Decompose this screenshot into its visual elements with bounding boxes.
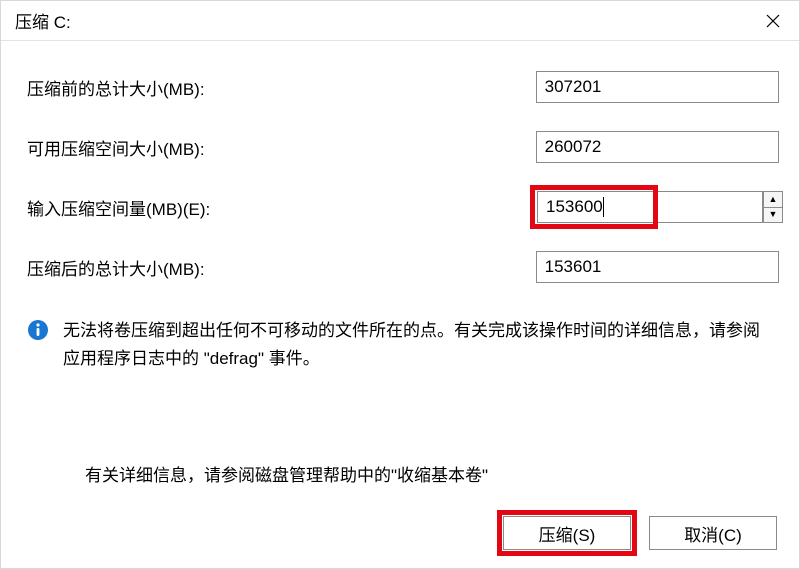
window-title: 压缩 C: bbox=[15, 8, 71, 33]
spinner-up-button[interactable]: ▲ bbox=[763, 191, 783, 208]
info-icon bbox=[27, 319, 49, 341]
row-total-after: 压缩后的总计大小(MB): 153601 bbox=[27, 249, 779, 285]
label-shrink-amount: 输入压缩空间量(MB)(E): bbox=[27, 195, 537, 220]
value-total-after: 153601 bbox=[536, 251, 779, 283]
row-available: 可用压缩空间大小(MB): 260072 bbox=[27, 129, 779, 165]
label-total-before: 压缩前的总计大小(MB): bbox=[27, 75, 536, 100]
shrink-volume-dialog: 压缩 C: 压缩前的总计大小(MB): 307201 可用压缩空间大小(MB):… bbox=[0, 0, 800, 569]
row-total-before: 压缩前的总计大小(MB): 307201 bbox=[27, 69, 779, 105]
label-available: 可用压缩空间大小(MB): bbox=[27, 135, 536, 160]
close-button[interactable] bbox=[747, 1, 799, 41]
info-block: 无法将卷压缩到超出任何不可移动的文件所在的点。有关完成该操作时间的详细信息，请参… bbox=[27, 317, 779, 373]
button-row: 压缩(S) 取消(C) bbox=[503, 516, 777, 550]
spinner-down-button[interactable]: ▼ bbox=[763, 208, 783, 224]
label-total-after: 压缩后的总计大小(MB): bbox=[27, 255, 536, 280]
help-text: 有关详细信息，请参阅磁盘管理帮助中的"收缩基本卷" bbox=[85, 461, 779, 486]
shrink-button[interactable]: 压缩(S) bbox=[503, 516, 631, 550]
content-area: 压缩前的总计大小(MB): 307201 可用压缩空间大小(MB): 26007… bbox=[1, 41, 799, 568]
input-shrink-amount[interactable]: 153600 bbox=[537, 191, 763, 223]
shrink-amount-spinner: ▲ ▼ bbox=[763, 191, 783, 223]
titlebar: 压缩 C: bbox=[1, 1, 799, 41]
value-available: 260072 bbox=[536, 131, 779, 163]
value-total-before: 307201 bbox=[536, 71, 779, 103]
info-text: 无法将卷压缩到超出任何不可移动的文件所在的点。有关完成该操作时间的详细信息，请参… bbox=[63, 317, 771, 373]
close-icon bbox=[766, 14, 780, 28]
row-shrink-amount: 输入压缩空间量(MB)(E): 153600 ▲ ▼ bbox=[27, 189, 779, 225]
cancel-button[interactable]: 取消(C) bbox=[649, 516, 777, 550]
